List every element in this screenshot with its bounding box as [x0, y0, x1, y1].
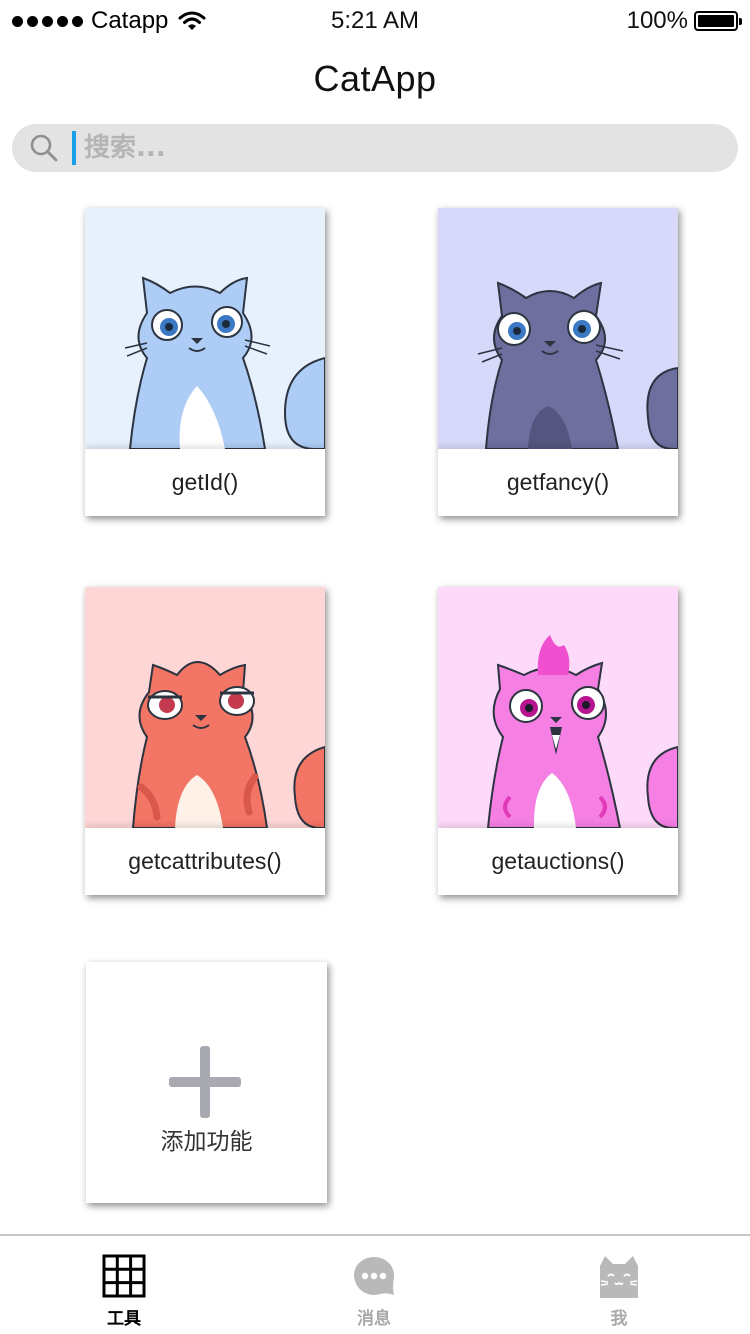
function-card-getfancy[interactable]: getfancy() — [438, 208, 678, 516]
cat-illustration — [85, 587, 325, 828]
card-label: getId() — [85, 449, 325, 516]
tab-tools[interactable]: 工具 — [64, 1254, 184, 1332]
cat-illustration — [438, 208, 678, 449]
tab-label: 我 — [610, 1309, 628, 1329]
search-input[interactable] — [84, 133, 644, 163]
add-function-card[interactable]: 添加功能 — [86, 962, 327, 1203]
card-label: getauctions() — [438, 828, 678, 895]
card-label: getcattributes() — [85, 828, 325, 895]
page-title: CatApp — [313, 58, 437, 99]
plus-icon — [169, 1046, 241, 1118]
cat-image — [438, 208, 678, 449]
cat-face-icon — [600, 1256, 638, 1298]
chat-bubble-icon — [354, 1257, 394, 1295]
status-bar: Catapp 5:21 AM 100% — [0, 0, 750, 42]
bottom-tab-bar: 工具 消息 我 — [0, 1234, 750, 1334]
cat-illustration — [438, 587, 678, 828]
tab-label: 消息 — [357, 1309, 391, 1329]
cat-image — [438, 587, 678, 828]
function-card-getcattributes[interactable]: getcattributes() — [85, 587, 325, 895]
cat-image — [85, 208, 325, 449]
search-bar[interactable] — [12, 124, 738, 172]
card-label: getfancy() — [438, 449, 678, 516]
status-right: 100% — [626, 6, 742, 36]
tab-label: 工具 — [107, 1309, 141, 1329]
function-card-getid[interactable]: getId() — [85, 208, 325, 516]
tab-messages[interactable]: 消息 — [314, 1254, 434, 1332]
search-icon — [30, 134, 58, 162]
grid-icon — [102, 1254, 146, 1298]
battery-icon — [694, 11, 742, 31]
function-card-getauctions[interactable]: getauctions() — [438, 587, 678, 895]
battery-percentage: 100% — [626, 7, 688, 34]
text-cursor — [72, 131, 76, 165]
cat-illustration — [85, 208, 325, 449]
cat-image — [85, 587, 325, 828]
tab-me[interactable]: 我 — [559, 1254, 679, 1332]
add-function-label: 添加功能 — [160, 1129, 253, 1155]
